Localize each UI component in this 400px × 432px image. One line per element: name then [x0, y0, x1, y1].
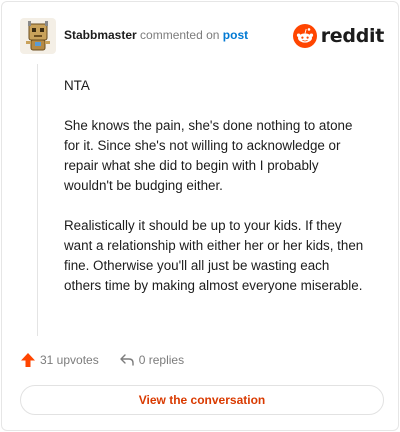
replies-button[interactable]: 0 replies — [119, 352, 184, 368]
snoo-avatar-icon — [20, 18, 56, 54]
upvote-arrow-icon — [21, 353, 35, 367]
view-conversation-label: View the conversation — [138, 393, 266, 407]
upvote-button[interactable]: 31 upvotes — [20, 352, 99, 368]
post-link[interactable]: post — [223, 28, 248, 42]
byline-action-text: commented on — [140, 28, 220, 42]
comment-header: Stabbmaster commented on post reddit — [20, 18, 384, 54]
user-avatar[interactable] — [20, 18, 56, 54]
upvote-count: 31 upvotes — [40, 353, 99, 367]
thread-line — [37, 64, 38, 336]
comment-paragraph: She knows the pain, she's done nothing t… — [64, 118, 353, 193]
comment-paragraph: NTA — [64, 78, 90, 93]
reddit-wordmark: reddit — [320, 25, 385, 47]
comment-card: Stabbmaster commented on post reddit NTA… — [1, 1, 399, 431]
comment-actions: 31 upvotes 0 replies — [20, 348, 184, 372]
reply-arrow-icon — [120, 354, 134, 366]
view-conversation-button[interactable]: View the conversation — [20, 385, 384, 415]
comment-paragraph: Realistically it should be up to your ki… — [64, 218, 364, 293]
comment-byline: Stabbmaster commented on post — [64, 28, 248, 42]
reddit-brand[interactable]: reddit — [292, 22, 385, 50]
username-link[interactable]: Stabbmaster — [64, 28, 137, 42]
reddit-logo-icon — [292, 24, 317, 48]
comment-body: NTA She knows the pain, she's done nothi… — [64, 76, 368, 316]
reply-count: 0 replies — [138, 353, 185, 367]
